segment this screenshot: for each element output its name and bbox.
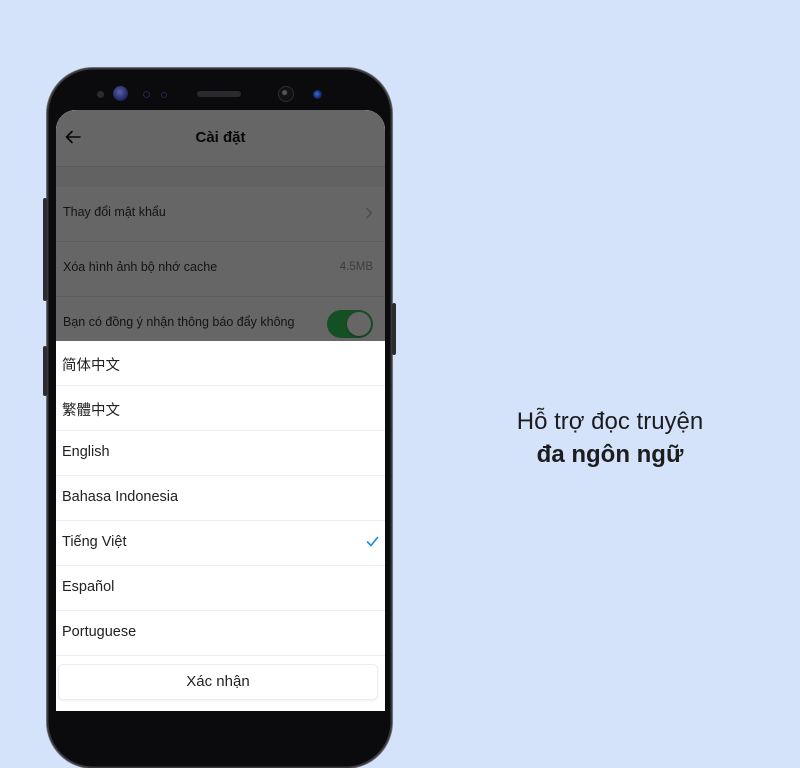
language-option-spanish[interactable]: Español: [56, 566, 385, 611]
language-option-portuguese[interactable]: Portuguese: [56, 611, 385, 656]
language-label: Portuguese: [62, 624, 137, 640]
bixby-button: [43, 346, 47, 396]
iris-led-icon: [313, 90, 322, 99]
language-label: Tiếng Việt: [62, 534, 127, 550]
caption-line-2: đa ngôn ngữ: [536, 441, 684, 468]
language-label: English: [62, 444, 110, 460]
power-button: [392, 303, 396, 355]
sensor-icon: [161, 92, 167, 98]
caption-line-1: Hỗ trợ đọc truyện: [516, 408, 704, 435]
phone-screen: Cài đặt Thay đổi mật khẩu Xóa hình ảnh b…: [56, 110, 385, 711]
language-picker-sheet: 简体中文 繁體中文 English Bahasa Indonesia Tiếng…: [56, 341, 385, 711]
sensor-icon: [143, 91, 150, 98]
language-option-english[interactable]: English: [56, 431, 385, 476]
language-label: 简体中文: [62, 358, 120, 374]
front-camera-icon: [278, 86, 294, 102]
language-label: Español: [62, 579, 115, 595]
iris-scanner-icon: [113, 86, 128, 101]
proximity-sensor-icon: [97, 91, 104, 98]
confirm-button[interactable]: Xác nhận: [58, 664, 378, 700]
language-label: 繁體中文: [62, 403, 120, 419]
volume-button: [43, 198, 47, 301]
checkmark-icon: [366, 536, 379, 547]
language-option-indonesian[interactable]: Bahasa Indonesia: [56, 476, 385, 521]
language-option-zh-hans[interactable]: 简体中文: [56, 341, 385, 386]
earpiece-speaker: [197, 91, 241, 97]
language-label: Bahasa Indonesia: [62, 489, 179, 505]
language-option-zh-hant[interactable]: 繁體中文: [56, 386, 385, 431]
language-option-vietnamese[interactable]: Tiếng Việt: [56, 521, 385, 566]
